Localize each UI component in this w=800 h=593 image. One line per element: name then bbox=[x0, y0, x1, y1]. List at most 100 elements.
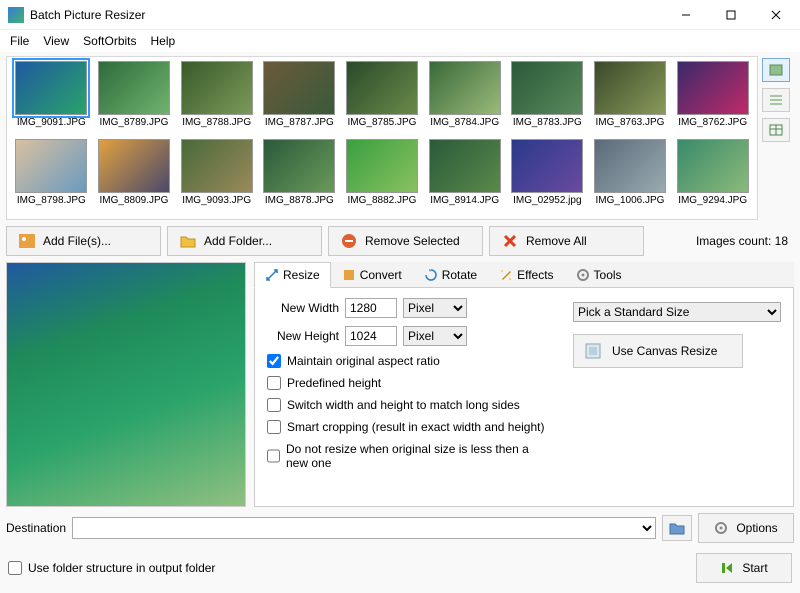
thumbnail-image bbox=[429, 61, 501, 115]
maximize-button[interactable] bbox=[708, 1, 753, 29]
action-toolbar: Add File(s)... Add Folder... Remove Sele… bbox=[6, 224, 794, 258]
thumbnail-item[interactable]: IMG_02952.jpg bbox=[507, 139, 588, 215]
thumbnail-label: IMG_8763.JPG bbox=[596, 117, 665, 128]
thumbnail-image bbox=[98, 61, 170, 115]
do-not-resize-checkbox[interactable] bbox=[267, 449, 280, 463]
thumbnail-item[interactable]: IMG_8788.JPG bbox=[176, 61, 257, 137]
new-height-input[interactable] bbox=[345, 326, 397, 346]
thumbnail-image bbox=[677, 139, 749, 193]
thumbnail-item[interactable]: IMG_9294.JPG bbox=[672, 139, 753, 215]
tab-effects[interactable]: Effects bbox=[488, 262, 564, 287]
add-folder-label: Add Folder... bbox=[204, 234, 272, 248]
width-unit-select[interactable]: Pixel bbox=[403, 298, 467, 318]
add-files-button[interactable]: Add File(s)... bbox=[6, 226, 161, 256]
use-canvas-resize-label: Use Canvas Resize bbox=[612, 344, 717, 358]
thumbnail-item[interactable]: IMG_8762.JPG bbox=[672, 61, 753, 137]
switch-sides-label: Switch width and height to match long si… bbox=[287, 398, 520, 412]
menu-help[interactable]: Help bbox=[145, 32, 182, 50]
remove-selected-button[interactable]: Remove Selected bbox=[328, 226, 483, 256]
view-list-button[interactable] bbox=[762, 88, 790, 112]
thumbnail-image bbox=[677, 61, 749, 115]
thumbnail-image bbox=[346, 139, 418, 193]
thumbnail-image bbox=[594, 61, 666, 115]
menu-file[interactable]: File bbox=[4, 32, 35, 50]
thumbnail-image bbox=[263, 61, 335, 115]
thumbnail-item[interactable]: IMG_8798.JPG bbox=[11, 139, 92, 215]
switch-sides-checkbox[interactable] bbox=[267, 398, 281, 412]
minimize-button[interactable] bbox=[663, 1, 708, 29]
new-width-label: New Width bbox=[267, 301, 339, 315]
thumbnail-label: IMG_8787.JPG bbox=[265, 117, 334, 128]
tab-rotate[interactable]: Rotate bbox=[413, 262, 488, 287]
maintain-aspect-checkbox[interactable] bbox=[267, 354, 281, 368]
menubar: File View SoftOrbits Help bbox=[0, 30, 800, 52]
smart-cropping-checkbox[interactable] bbox=[267, 420, 281, 434]
canvas-icon bbox=[584, 342, 602, 360]
options-label: Options bbox=[736, 521, 777, 535]
thumbnail-image bbox=[15, 61, 87, 115]
thumbnail-item[interactable]: IMG_1006.JPG bbox=[590, 139, 671, 215]
thumbnail-item[interactable]: IMG_9093.JPG bbox=[176, 139, 257, 215]
tools-icon bbox=[576, 268, 590, 282]
thumbnail-image bbox=[346, 61, 418, 115]
thumbnail-item[interactable]: IMG_8783.JPG bbox=[507, 61, 588, 137]
thumbnail-item[interactable]: IMG_8789.JPG bbox=[94, 61, 175, 137]
menu-softorbits[interactable]: SoftOrbits bbox=[77, 32, 142, 50]
resize-panel: New Width Pixel New Height Pixel Maintai… bbox=[254, 288, 794, 507]
use-folder-structure-checkbox[interactable] bbox=[8, 561, 22, 575]
add-files-label: Add File(s)... bbox=[43, 234, 111, 248]
thumbnail-image bbox=[181, 61, 253, 115]
folder-icon bbox=[180, 233, 196, 249]
thumbnail-label: IMG_8784.JPG bbox=[430, 117, 499, 128]
predefined-height-checkbox[interactable] bbox=[267, 376, 281, 390]
new-width-input[interactable] bbox=[345, 298, 397, 318]
start-label: Start bbox=[742, 561, 767, 575]
thumbnail-label: IMG_8809.JPG bbox=[100, 195, 169, 206]
view-mode-buttons bbox=[762, 56, 794, 220]
remove-all-button[interactable]: Remove All bbox=[489, 226, 644, 256]
image-icon bbox=[19, 233, 35, 249]
thumbnail-item[interactable]: IMG_8878.JPG bbox=[259, 139, 340, 215]
app-icon bbox=[8, 7, 24, 23]
browse-destination-button[interactable] bbox=[662, 515, 692, 541]
window-title: Batch Picture Resizer bbox=[30, 8, 663, 22]
thumbnail-item[interactable]: IMG_9091.JPG bbox=[11, 61, 92, 137]
smart-cropping-label: Smart cropping (result in exact width an… bbox=[287, 420, 544, 434]
tab-convert[interactable]: Convert bbox=[331, 262, 413, 287]
thumbnail-label: IMG_8882.JPG bbox=[348, 195, 417, 206]
add-folder-button[interactable]: Add Folder... bbox=[167, 226, 322, 256]
destination-select[interactable] bbox=[72, 517, 656, 539]
resize-icon bbox=[265, 268, 279, 282]
use-folder-structure-label: Use folder structure in output folder bbox=[28, 561, 215, 575]
thumbnail-item[interactable]: IMG_8882.JPG bbox=[342, 139, 423, 215]
tab-resize[interactable]: Resize bbox=[254, 262, 331, 288]
view-details-button[interactable] bbox=[762, 118, 790, 142]
thumbnail-label: IMG_1006.JPG bbox=[596, 195, 665, 206]
tab-tools[interactable]: Tools bbox=[565, 262, 633, 287]
thumbnail-item[interactable]: IMG_8785.JPG bbox=[342, 61, 423, 137]
height-unit-select[interactable]: Pixel bbox=[403, 326, 467, 346]
gear-icon bbox=[714, 521, 728, 535]
menu-view[interactable]: View bbox=[37, 32, 75, 50]
maintain-aspect-label: Maintain original aspect ratio bbox=[287, 354, 440, 368]
destination-label: Destination bbox=[6, 521, 66, 535]
thumbnail-label: IMG_8914.JPG bbox=[430, 195, 499, 206]
close-button[interactable] bbox=[753, 1, 798, 29]
thumbnail-item[interactable]: IMG_8763.JPG bbox=[590, 61, 671, 137]
thumbnail-grid[interactable]: IMG_9091.JPGIMG_8789.JPGIMG_8788.JPGIMG_… bbox=[6, 56, 758, 220]
use-canvas-resize-button[interactable]: Use Canvas Resize bbox=[573, 334, 743, 368]
thumbnail-label: IMG_8783.JPG bbox=[513, 117, 582, 128]
do-not-resize-label: Do not resize when original size is less… bbox=[286, 442, 553, 470]
thumbnail-item[interactable]: IMG_8809.JPG bbox=[94, 139, 175, 215]
thumbnail-image bbox=[429, 139, 501, 193]
options-button[interactable]: Options bbox=[698, 513, 794, 543]
start-button[interactable]: Start bbox=[696, 553, 792, 583]
thumbnail-item[interactable]: IMG_8784.JPG bbox=[424, 61, 505, 137]
images-count: Images count: 18 bbox=[696, 234, 794, 248]
standard-size-select[interactable]: Pick a Standard Size bbox=[573, 302, 781, 322]
thumbnail-item[interactable]: IMG_8787.JPG bbox=[259, 61, 340, 137]
tab-bar: Resize Convert Rotate Effects Tools bbox=[254, 262, 794, 288]
thumbnail-item[interactable]: IMG_8914.JPG bbox=[424, 139, 505, 215]
view-thumbnails-button[interactable] bbox=[762, 58, 790, 82]
start-icon bbox=[720, 561, 734, 575]
